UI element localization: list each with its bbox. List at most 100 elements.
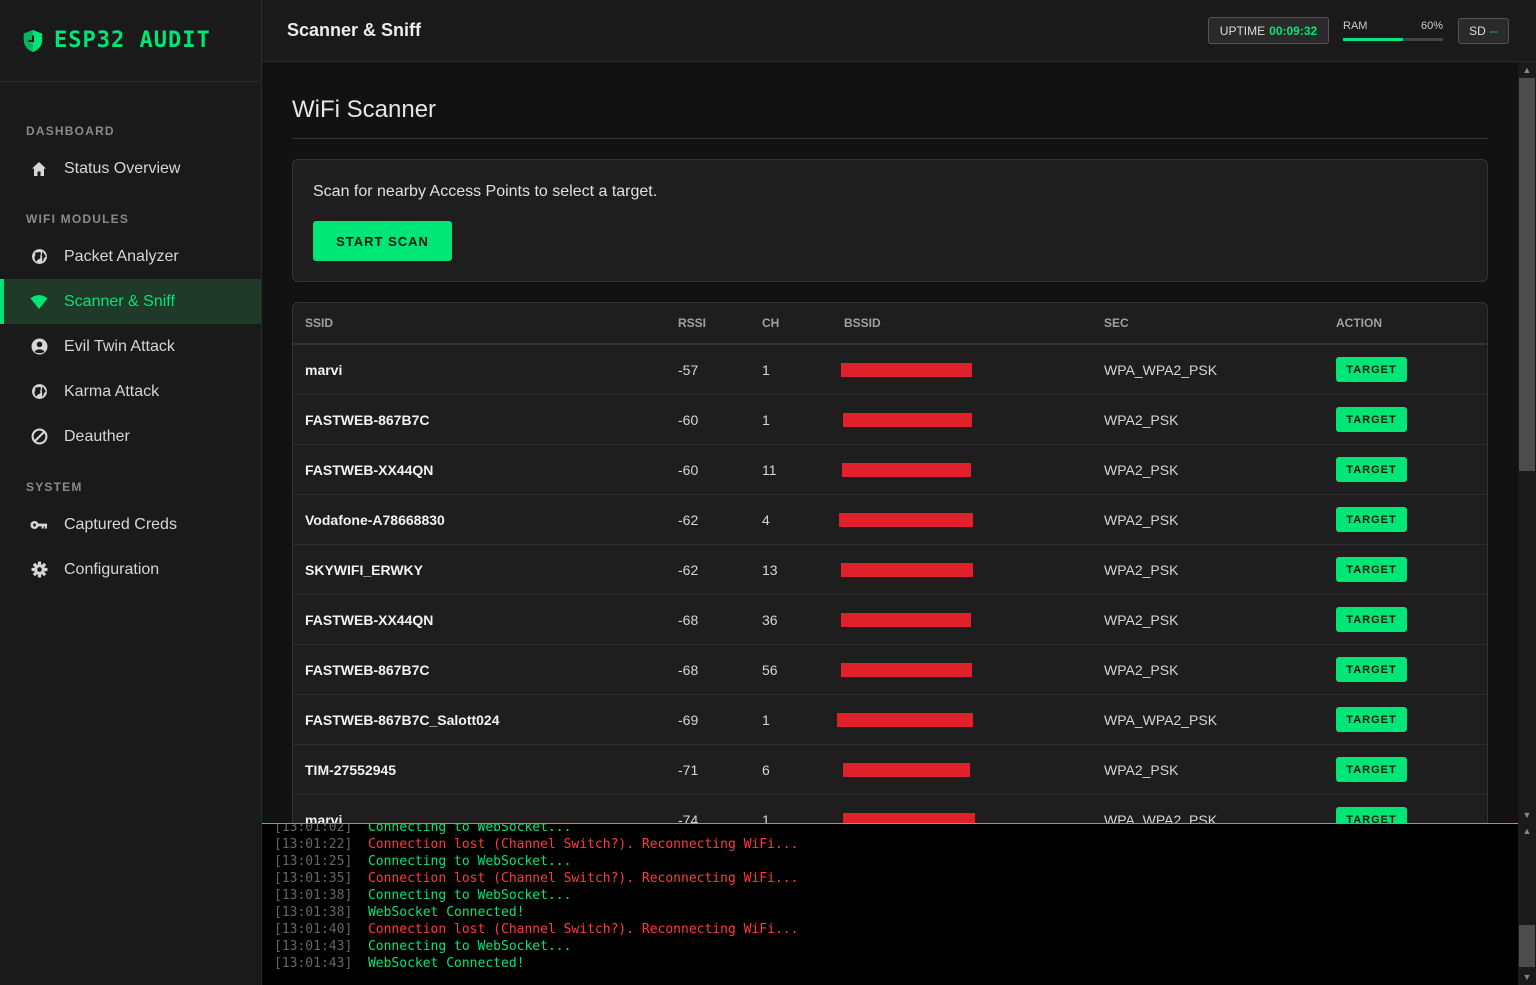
- rssi-cell: -68: [678, 611, 699, 628]
- sidebar-item-deauther[interactable]: Deauther: [0, 414, 261, 459]
- target-button[interactable]: TARGET: [1336, 557, 1407, 582]
- action-cell: TARGET: [1336, 545, 1407, 594]
- ssid-cell: marvi: [305, 361, 343, 378]
- target-button[interactable]: TARGET: [1336, 357, 1407, 382]
- table-body: marvi -57 1 WPA_WPA2_PSK TARGET FASTWEB-867B7…: [293, 345, 1487, 823]
- sidebar-item-karma-attack[interactable]: Karma Attack: [0, 369, 261, 414]
- sidebar: ESP32 AUDIT DASHBOARD Status Overview WI…: [0, 0, 262, 985]
- target-button[interactable]: TARGET: [1336, 407, 1407, 432]
- log-timestamp: [13:01:38]: [274, 888, 353, 903]
- table-row: marvi -57 1 WPA_WPA2_PSK TARGET: [293, 345, 1487, 395]
- target-button[interactable]: TARGET: [1336, 607, 1407, 632]
- bssid-cell: [841, 545, 973, 594]
- log-console: [13:01:02] Connecting to WebSocket... [13…: [262, 823, 1518, 985]
- log-timestamp: [13:01:40]: [274, 922, 353, 937]
- col-ch: CH: [762, 316, 780, 330]
- action-cell: TARGET: [1336, 345, 1407, 394]
- action-cell: TARGET: [1336, 645, 1407, 694]
- console-scrollbar[interactable]: ▲ ▼: [1518, 823, 1536, 985]
- scroll-up-icon[interactable]: ▲: [1522, 826, 1532, 836]
- log-line: [13:01:40] Connection lost (Channel Swit…: [274, 922, 798, 937]
- page-title: WiFi Scanner: [292, 96, 437, 123]
- ssid-cell: FASTWEB-867B7C: [305, 411, 430, 428]
- channel-cell: 1: [762, 361, 770, 378]
- sidebar-item-evil-twin-attack[interactable]: Evil Twin Attack: [0, 324, 261, 369]
- redaction-block: [841, 612, 971, 627]
- ssid-cell: FASTWEB-XX44QN: [305, 461, 434, 478]
- target-button[interactable]: TARGET: [1336, 657, 1407, 682]
- sidebar-item-label: Captured Creds: [64, 515, 177, 533]
- channel-cell: 56: [762, 661, 778, 678]
- log-line: [13:01:38] WebSocket Connected!: [274, 905, 524, 920]
- channel-cell: 1: [762, 411, 770, 428]
- target-button[interactable]: TARGET: [1336, 507, 1407, 532]
- redaction-block: [841, 362, 972, 377]
- scrollbar-thumb[interactable]: [1519, 78, 1535, 471]
- action-cell: TARGET: [1336, 595, 1407, 644]
- shield-icon: [23, 29, 43, 52]
- sidebar-item-captured-creds[interactable]: Captured Creds: [0, 502, 261, 547]
- log-message: Connection lost (Channel Switch?). Recon…: [367, 922, 799, 937]
- log-timestamp: [13:01:43]: [274, 956, 353, 971]
- ssid-cell: marvi: [305, 811, 343, 824]
- sidebar-item-label: Packet Analyzer: [64, 247, 179, 265]
- target-button[interactable]: TARGET: [1336, 757, 1407, 782]
- security-cell: WPA_WPA2_PSK: [1104, 811, 1218, 824]
- target-button[interactable]: TARGET: [1336, 807, 1407, 823]
- uptime-badge: UPTIME 00:09:32: [1208, 17, 1329, 44]
- bssid-cell: [843, 395, 972, 444]
- bssid-cell: [842, 445, 971, 494]
- redaction-block: [843, 812, 975, 823]
- log-timestamp: [13:01:22]: [274, 837, 353, 852]
- scroll-down-icon[interactable]: ▼: [1522, 972, 1532, 982]
- sd-label: SD: [1469, 24, 1486, 38]
- redaction-block: [841, 562, 973, 577]
- globe-icon: [30, 383, 48, 401]
- key-icon: [30, 516, 48, 534]
- log-message: Connecting to WebSocket...: [367, 854, 572, 869]
- sidebar-item-packet-analyzer[interactable]: Packet Analyzer: [0, 234, 261, 279]
- target-button[interactable]: TARGET: [1336, 707, 1407, 732]
- sidebar-item-label: Evil Twin Attack: [64, 337, 175, 355]
- ssid-cell: SKYWIFI_ERWKY: [305, 561, 423, 578]
- log-line: [13:01:02] Connecting to WebSocket...: [274, 823, 571, 835]
- sidebar-item-scanner-sniff[interactable]: Scanner & Sniff: [0, 279, 261, 324]
- sidebar-item-status-overview[interactable]: Status Overview: [0, 146, 261, 191]
- main-scrollbar[interactable]: ▲ ▼: [1518, 62, 1536, 823]
- rssi-cell: -60: [678, 411, 699, 428]
- ssid-cell: TIM-27552945: [305, 761, 397, 778]
- security-cell: WPA2_PSK: [1104, 611, 1179, 628]
- scrollbar-thumb[interactable]: [1519, 925, 1535, 967]
- bssid-cell: [837, 695, 973, 744]
- log-message: Connecting to WebSocket...: [367, 939, 572, 954]
- channel-cell: 6: [762, 761, 770, 778]
- log-line: [13:01:38] Connecting to WebSocket...: [274, 888, 571, 903]
- redaction-block: [839, 512, 973, 527]
- channel-cell: 11: [762, 461, 777, 478]
- user-circle-icon: [30, 338, 48, 356]
- start-scan-button[interactable]: START SCAN: [313, 221, 452, 261]
- scroll-down-icon[interactable]: ▼: [1522, 810, 1532, 820]
- page-header-title: Scanner & Sniff: [287, 20, 422, 40]
- redaction-block: [842, 462, 971, 477]
- scroll-up-icon[interactable]: ▲: [1522, 65, 1532, 75]
- main-content: WiFi Scanner Scan for nearby Access Poin…: [262, 62, 1518, 823]
- table-row: FASTWEB-867B7C -60 1 WPA2_PSK TARGET: [293, 395, 1487, 445]
- table-row: TIM-27552945 -71 6 WPA2_PSK TARGET: [293, 745, 1487, 795]
- ram-percent: 60%: [1420, 20, 1443, 32]
- rssi-cell: -71: [678, 761, 699, 778]
- security-cell: WPA_WPA2_PSK: [1104, 361, 1218, 378]
- bssid-cell: [841, 645, 972, 694]
- section-dashboard: DASHBOARD: [26, 124, 115, 138]
- redaction-block: [837, 712, 973, 727]
- divider: [292, 138, 1488, 139]
- table-row: FASTWEB-XX44QN -68 36 WPA2_PSK TARGET: [293, 595, 1487, 645]
- action-cell: TARGET: [1336, 445, 1407, 494]
- target-button[interactable]: TARGET: [1336, 457, 1407, 482]
- security-cell: WPA2_PSK: [1104, 561, 1179, 578]
- log-timestamp: [13:01:02]: [274, 823, 353, 835]
- rssi-cell: -68: [678, 661, 699, 678]
- ssid-cell: FASTWEB-867B7C: [305, 661, 430, 678]
- table-row: Vodafone-A78668830 -62 4 WPA2_PSK TARGET: [293, 495, 1487, 545]
- sidebar-item-configuration[interactable]: Configuration: [0, 547, 261, 592]
